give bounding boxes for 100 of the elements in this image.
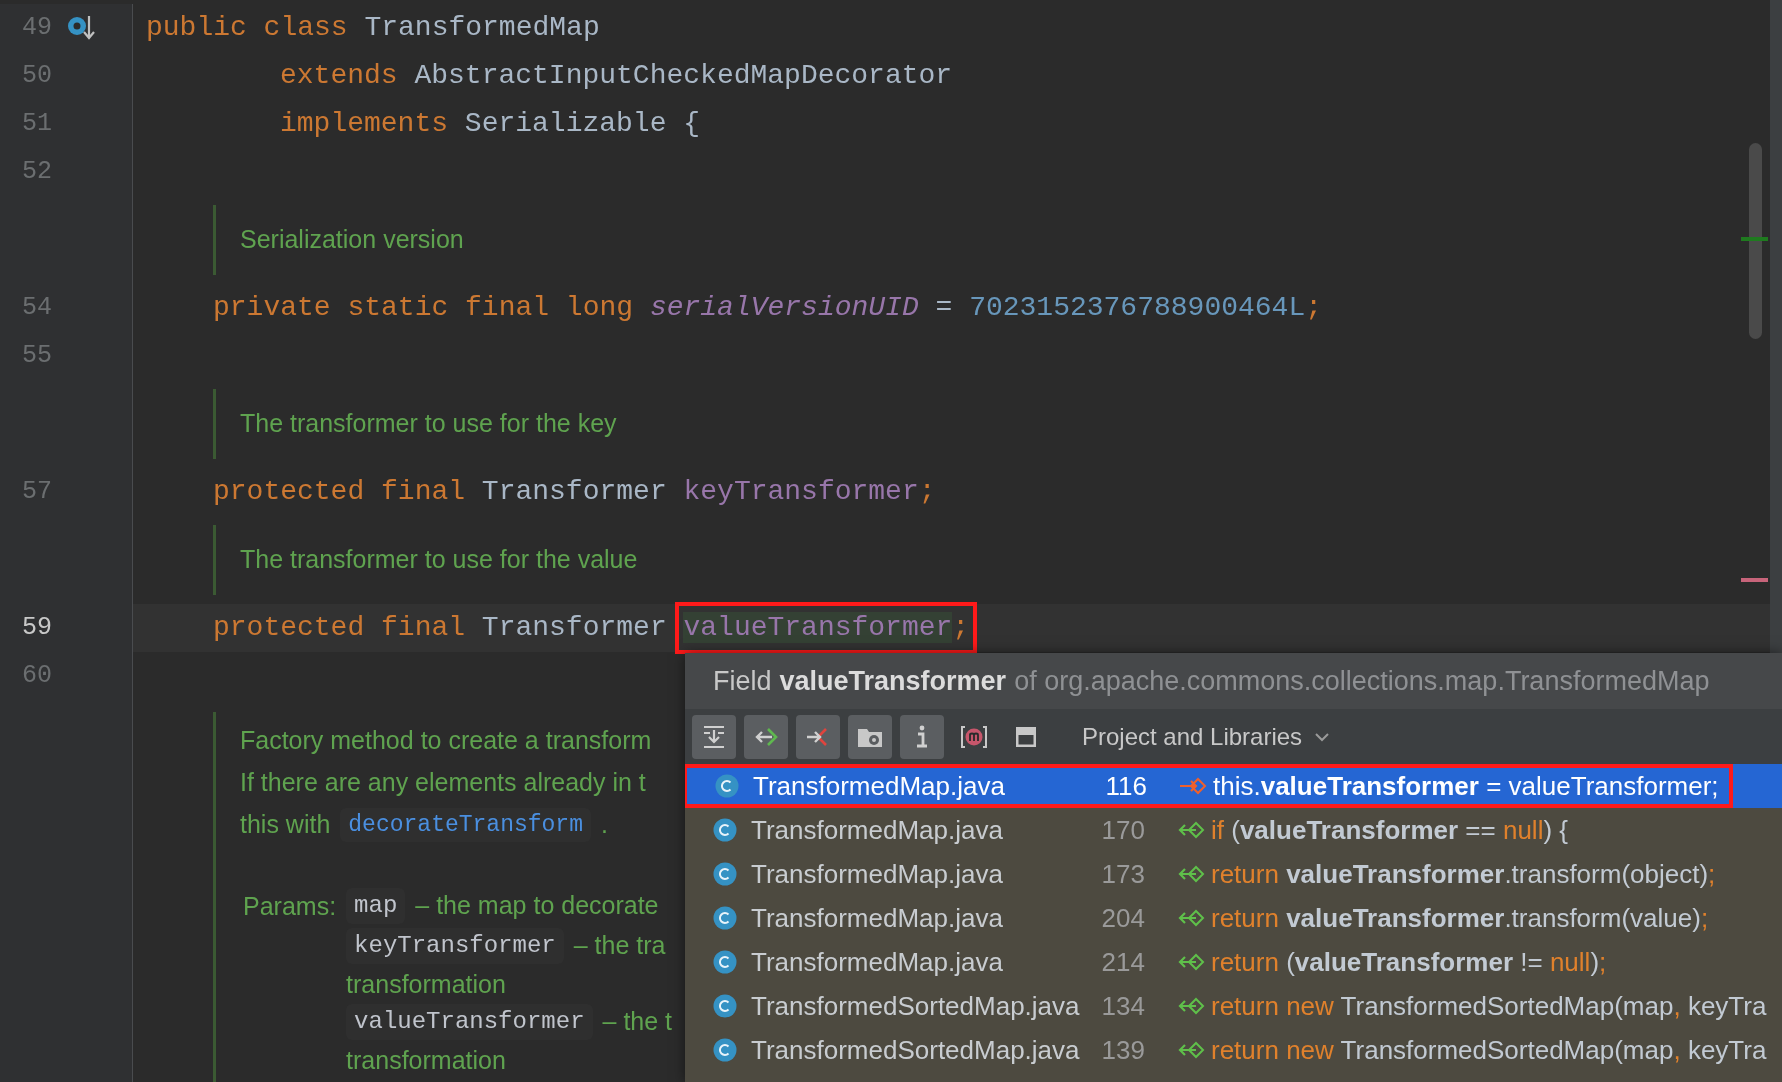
arrow-out-icon (1177, 863, 1205, 885)
line-number: 139 (1100, 1033, 1145, 1067)
line-number: 60 (21, 660, 52, 693)
code-token: AbstractInputCheckedMapDecorator (413, 59, 953, 93)
toolbar-button[interactable] (848, 714, 892, 759)
usage-row[interactable]: TransformedMap.java 170 if (valueTransformer == null) { (685, 808, 1782, 852)
field-name: valueTransformer (779, 664, 1007, 698)
class-icon (713, 1038, 737, 1062)
doc-text: The transformer to use for the value (240, 544, 638, 576)
toolbar-button[interactable] (796, 714, 840, 759)
usage-code: return valueTransformer.transform(value); (1211, 901, 1709, 935)
scrollbar-thumb[interactable] (1749, 143, 1762, 339)
file-name: TransformedSortedMap.java (751, 989, 1081, 1023)
usage-row[interactable]: TransformedMap.java 204 return valueTransformer.transform(value); (685, 896, 1782, 940)
code-token: protected final (213, 611, 466, 645)
class-path: of org.apache.commons.collections.map.TransformedMap (1014, 664, 1710, 698)
line-number: 57 (21, 476, 52, 509)
code-token: Serializable { (463, 107, 701, 141)
usage-row[interactable]: TransformedSortedMap.java 134 return new TransformedSortedMap(map, keyTra (685, 984, 1782, 1028)
code-token: Transformer (480, 475, 668, 509)
code-token: serialVersionUID (649, 291, 919, 325)
file-name: TransformedMap.java (751, 945, 1004, 979)
file-name: TransformedMap.java (753, 769, 1006, 803)
stripe-marker (1741, 237, 1768, 241)
line-number: 204 (1100, 901, 1145, 935)
line-number: 170 (1100, 813, 1145, 847)
arrow-into-icon (1179, 775, 1207, 797)
line-number: 134 (1100, 989, 1145, 1023)
doc-text: Factory method to create a transform (240, 725, 652, 757)
class-icon (713, 994, 737, 1018)
code-token: private static final long (213, 291, 635, 325)
usage-code: return new TransformedSortedMap(map, keyTra (1211, 989, 1767, 1023)
usage-code: if (valueTransformer == null) { (1211, 813, 1568, 847)
param-description: transformation (346, 1045, 507, 1076)
line-number: 55 (21, 340, 52, 373)
code-token: Transformer (480, 611, 668, 645)
usage-row[interactable]: TransformedMap.java 116 this.valueTransformer = valueTransformer; (685, 764, 1782, 808)
code-token: ; (952, 612, 970, 643)
code-token: extends (280, 59, 398, 93)
code-token: TransformedMap (363, 11, 600, 45)
line-number: 52 (21, 156, 52, 189)
param-description: transformation (346, 969, 507, 1000)
usage-code: return (valueTransformer != null); (1211, 945, 1607, 979)
param-name: valueTransformer (346, 1004, 593, 1040)
line-number: 49 (21, 12, 52, 45)
param-description: – the t (602, 1006, 673, 1038)
usage-row[interactable]: TransformedMap.java 173 return valueTransformer.transform(object); (685, 852, 1782, 896)
line-number: 54 (21, 292, 52, 325)
class-icon (713, 906, 737, 930)
arrow-out-icon (1177, 951, 1205, 973)
param-description: – the map to decorate (415, 890, 659, 922)
popup-title: Field (713, 664, 772, 698)
class-icon (715, 774, 739, 798)
doc-text: Serialization version (240, 224, 464, 256)
doc-link[interactable]: decorateTransform (340, 807, 591, 843)
code-token: implements (280, 107, 449, 141)
file-name: TransformedMap.java (751, 813, 1004, 847)
usage-code: this.valueTransformer = valueTransformer; (1213, 769, 1719, 803)
line-number: 51 (21, 108, 52, 141)
usage-row[interactable]: TransformedMap.java 214 return (valueTransformer != null); (685, 940, 1782, 984)
toolbar-button[interactable] (744, 714, 788, 759)
code-token: ; (1305, 291, 1322, 325)
usage-code: return new TransformedSortedMap(map, keyTra (1211, 1033, 1767, 1067)
line-number: 214 (1100, 945, 1145, 979)
code-token: protected final (213, 475, 466, 509)
class-icon (713, 818, 737, 842)
file-name: TransformedSortedMap.java (751, 1033, 1081, 1067)
stripe-marker (1741, 578, 1768, 582)
class-icon (713, 950, 737, 974)
line-number: 116 (1104, 769, 1147, 803)
doc-text: this with (240, 809, 331, 841)
param-description: – the tra (573, 930, 666, 962)
code-token: valueTransformer (683, 612, 953, 643)
params-label: Params: (242, 891, 337, 922)
doc-text: If there are any elements already in t (240, 767, 646, 799)
code-token: public class (146, 11, 348, 45)
chevron-down-icon (1314, 731, 1331, 742)
doc-text: The transformer to use for the key (240, 408, 617, 440)
param-name: map (346, 888, 406, 924)
arrow-out-icon (1177, 1039, 1205, 1061)
arrow-out-icon (1177, 819, 1205, 841)
code-token: = (934, 291, 954, 325)
file-name: TransformedMap.java (751, 857, 1004, 891)
arrow-out-icon (1177, 995, 1205, 1017)
code-token: keyTransformer (683, 475, 919, 509)
line-number: 173 (1100, 857, 1145, 891)
code-token: ; (918, 475, 936, 509)
arrow-out-icon (1177, 907, 1205, 929)
scope-dropdown[interactable]: Project and Libraries (1082, 718, 1331, 755)
param-name: keyTransformer (346, 928, 564, 964)
code-token: 7023152376788900464L (969, 291, 1306, 325)
line-number: 59 (21, 612, 52, 645)
file-name: TransformedMap.java (751, 901, 1004, 935)
line-number: 50 (21, 60, 52, 93)
toolbar-button[interactable] (692, 714, 736, 759)
usage-row[interactable]: TransformedSortedMap.java 139 return new TransformedSortedMap(map, keyTra (685, 1028, 1782, 1072)
usage-code: return valueTransformer.transform(object); (1211, 857, 1716, 891)
toolbar-button[interactable] (900, 714, 944, 759)
class-icon (713, 862, 737, 886)
doc-text: . (600, 809, 608, 841)
